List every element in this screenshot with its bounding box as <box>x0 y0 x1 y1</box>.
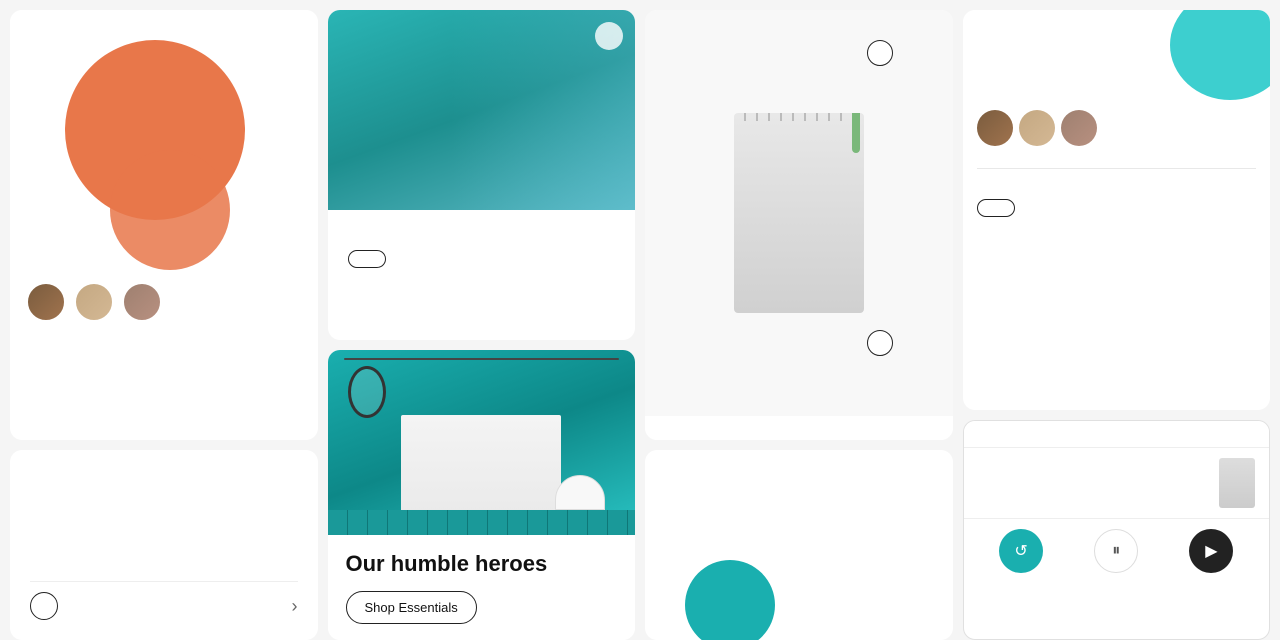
essentials-card <box>328 10 636 340</box>
orange-circle-small <box>110 150 230 270</box>
pause-button[interactable] <box>595 22 623 50</box>
heroes-card: Our humble heroes Shop Essentials <box>328 350 636 640</box>
guest-product-image <box>1219 458 1255 508</box>
shower-liner-image <box>734 113 864 313</box>
circles-decoration <box>10 10 318 270</box>
shop-essentials-button[interactable]: Shop Essentials <box>346 591 477 624</box>
nester-info-right <box>963 154 1271 168</box>
teal-circle-area <box>963 10 1271 110</box>
avatar <box>1019 110 1055 146</box>
nester-right-card <box>963 10 1271 410</box>
responsible-intro <box>30 470 298 478</box>
pause-action-button[interactable]: ⏸ <box>1094 529 1138 573</box>
avatar-group-right <box>963 110 1271 154</box>
next-button[interactable]: ▶ <box>1189 529 1233 573</box>
badge-2 <box>867 330 893 356</box>
essentials-image <box>328 10 636 210</box>
nester-info <box>10 328 42 348</box>
guest-actions: ↺ ⏸ ▶ <box>964 518 1270 583</box>
guest-header <box>964 421 1270 447</box>
replen-plans-card <box>645 450 953 640</box>
teal-circle-decoration <box>685 560 775 640</box>
faq-button[interactable] <box>977 199 1015 217</box>
guest-bathroom-card: ↺ ⏸ ▶ <box>963 420 1271 640</box>
reorder-icon: ↺ <box>1014 541 1027 561</box>
badge-1 <box>867 40 893 66</box>
command-section <box>963 183 1271 231</box>
next-icon: ▶ <box>1205 541 1217 561</box>
avatar <box>74 282 114 322</box>
divider <box>977 168 1257 169</box>
teal-circle-decoration <box>1170 10 1270 100</box>
guest-product-row <box>964 447 1270 518</box>
avatar <box>977 110 1013 146</box>
avatar <box>122 282 162 322</box>
heroes-title: Our humble heroes <box>346 551 618 577</box>
avatar <box>26 282 66 322</box>
product-image-area <box>645 10 953 416</box>
pause-icon: ⏸ <box>1112 542 1120 560</box>
use-row[interactable]: › <box>30 581 298 620</box>
heroes-image <box>328 350 636 535</box>
replen-info <box>645 416 953 440</box>
chevron-right-icon: › <box>292 596 298 617</box>
heroes-text: Our humble heroes Shop Essentials <box>328 535 636 640</box>
use-badge <box>30 592 58 620</box>
avatar <box>1061 110 1097 146</box>
essentials-body <box>328 210 636 340</box>
avatar-group <box>10 270 178 328</box>
replen-product-card <box>645 10 953 440</box>
responsible-card: › <box>10 450 318 640</box>
shop-now-button[interactable] <box>348 250 386 268</box>
nester-card <box>10 10 318 440</box>
reorder-button[interactable]: ↺ <box>999 529 1043 573</box>
